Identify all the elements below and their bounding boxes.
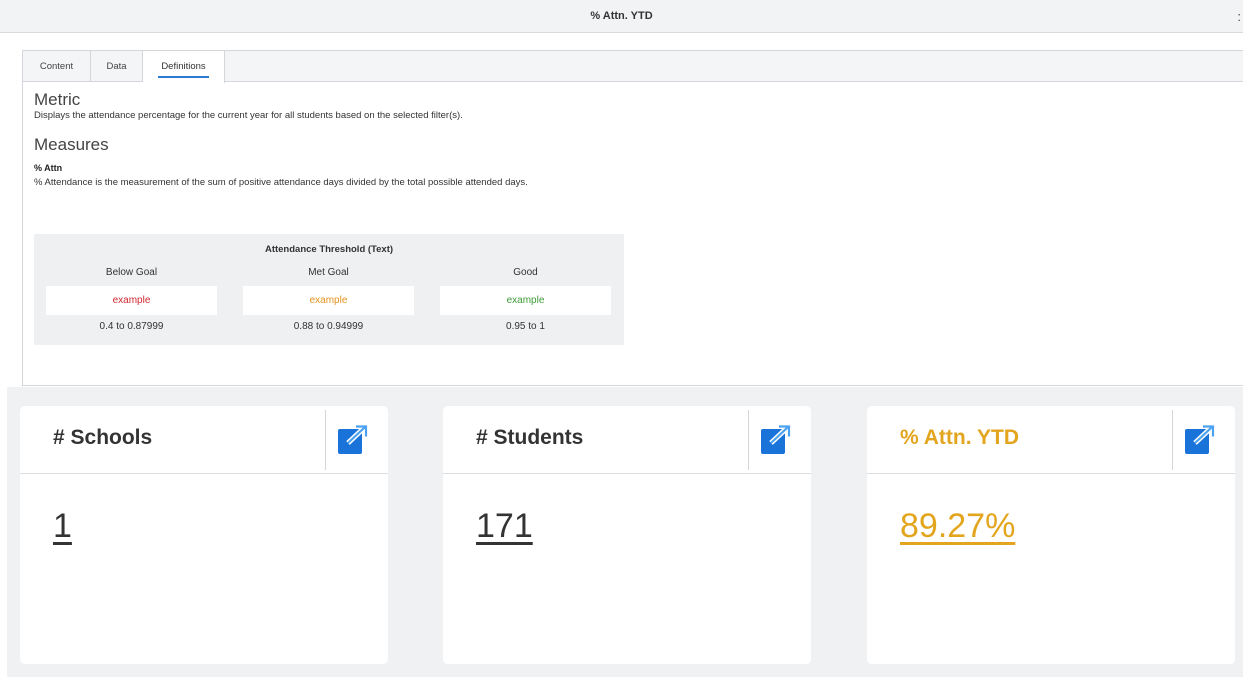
open-external-icon[interactable] xyxy=(1184,424,1215,455)
definitions-panel: Content Data Definitions Metric Displays… xyxy=(22,50,1243,386)
open-external-icon[interactable] xyxy=(337,424,368,455)
card-title: # Students xyxy=(476,426,584,449)
threshold-example: example xyxy=(243,286,414,315)
tab-data[interactable]: Data xyxy=(91,51,143,82)
card-value[interactable]: 1 xyxy=(53,507,72,546)
threshold-label: Good xyxy=(513,267,538,278)
kpi-card-schools: # Schools 1 xyxy=(20,406,388,664)
tab-label: Definitions xyxy=(161,61,206,72)
threshold-met-goal: Met Goal example 0.88 to 0.94999 xyxy=(243,266,414,332)
threshold-label: Below Goal xyxy=(105,267,158,278)
card-header: # Students xyxy=(443,406,811,474)
card-header: # Schools xyxy=(20,406,388,474)
page-title: % Attn. YTD xyxy=(590,10,653,22)
threshold-below-goal: Below Goal example 0.4 to 0.87999 xyxy=(46,266,217,332)
card-header: % Attn. YTD xyxy=(867,406,1235,474)
attendance-threshold-table: Attendance Threshold (Text) Below Goal e… xyxy=(34,234,624,345)
threshold-range: 0.88 to 0.94999 xyxy=(293,321,364,332)
threshold-example: example xyxy=(440,286,611,315)
top-bar: % Attn. YTD : xyxy=(0,0,1243,33)
card-divider xyxy=(748,410,749,470)
card-title: % Attn. YTD xyxy=(900,426,1019,449)
kpi-card-area: # Schools 1 # Students 171 % Attn. YTD 8… xyxy=(7,387,1243,677)
threshold-range: 0.95 to 1 xyxy=(506,321,545,332)
more-options-icon[interactable]: : xyxy=(1237,0,1241,33)
threshold-example: example xyxy=(46,286,217,315)
active-tab-indicator xyxy=(158,76,209,78)
threshold-good: Good example 0.95 to 1 xyxy=(440,266,611,332)
tab-bar: Content Data Definitions xyxy=(23,51,1243,83)
tab-definitions[interactable]: Definitions xyxy=(143,51,225,83)
measure-name: % Attn xyxy=(34,163,63,173)
card-value[interactable]: 89.27% xyxy=(900,507,1015,546)
card-divider xyxy=(1172,410,1173,470)
kpi-card-students: # Students 171 xyxy=(443,406,811,664)
tab-content[interactable]: Content xyxy=(23,51,91,82)
metric-description: Displays the attendance percentage for t… xyxy=(34,110,463,121)
threshold-range: 0.4 to 0.87999 xyxy=(99,321,164,332)
tab-label: Content xyxy=(39,61,74,72)
kpi-card-attendance-ytd: % Attn. YTD 89.27% xyxy=(867,406,1235,664)
measure-description: % Attendance is the measurement of the s… xyxy=(34,177,528,188)
card-divider xyxy=(325,410,326,470)
measures-heading: Measures xyxy=(34,135,109,154)
card-value[interactable]: 171 xyxy=(476,507,533,546)
card-title: # Schools xyxy=(53,426,153,449)
tab-label: Data xyxy=(106,61,127,72)
metric-heading: Metric xyxy=(34,90,81,109)
threshold-label: Met Goal xyxy=(308,267,349,278)
open-external-icon[interactable] xyxy=(760,424,791,455)
definitions-content: Metric Displays the attendance percentag… xyxy=(34,91,654,190)
threshold-title: Attendance Threshold (Text) xyxy=(264,244,394,255)
